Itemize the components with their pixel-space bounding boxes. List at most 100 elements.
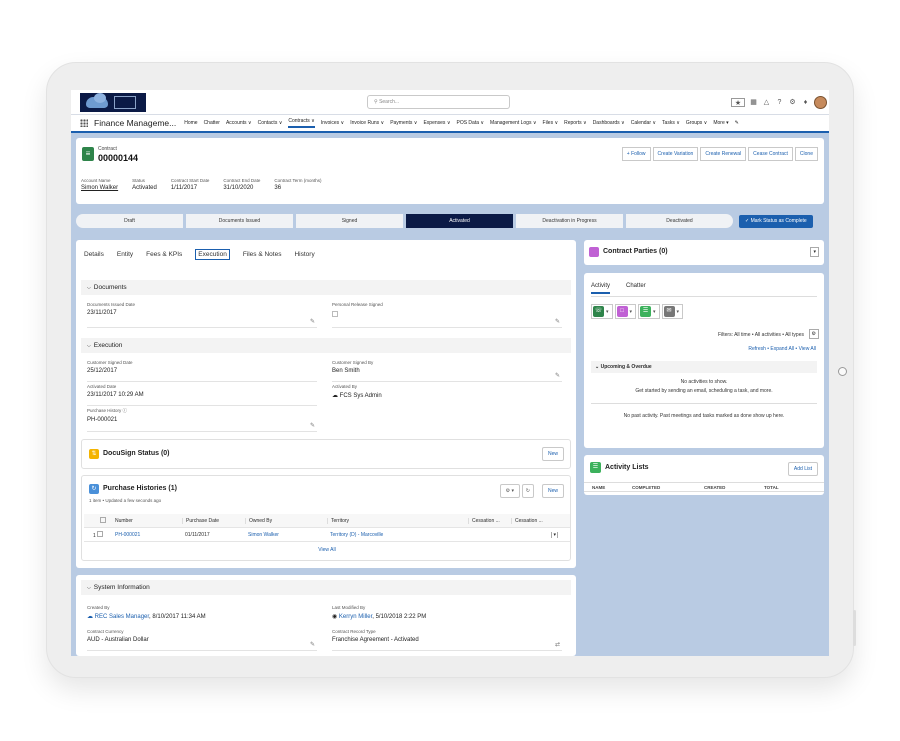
created-by-link[interactable]: REC Sales Manager: [95, 614, 149, 620]
nav-item-accounts[interactable]: Accounts ∨: [226, 120, 252, 126]
info-icon[interactable]: ⓘ: [123, 408, 128, 413]
tab-execution[interactable]: Execution: [195, 249, 230, 260]
global-actions: ★ ▦ △ ? ⚙ ♦: [731, 96, 827, 109]
tab-files-notes[interactable]: Files & Notes: [243, 251, 282, 260]
trailhead-icon[interactable]: △: [762, 98, 771, 107]
nav-item-files[interactable]: Files ∨: [543, 120, 559, 126]
column-header-territory[interactable]: Territory: [327, 517, 468, 524]
nav-item-more[interactable]: More ▾: [713, 120, 728, 126]
path-step-deactivation-in-progress[interactable]: Deactivation in Progress: [516, 214, 623, 228]
nav-item-contacts[interactable]: Contacts ∨: [258, 120, 283, 126]
edit-pencil-icon[interactable]: ✎: [310, 422, 315, 429]
docusign-new-button[interactable]: New: [541, 447, 564, 461]
row-owner-link[interactable]: Simon Walker: [245, 532, 327, 538]
upcoming-overdue-header[interactable]: ⌄ Upcoming & Overdue: [591, 361, 817, 373]
nav-item-invoice-runs[interactable]: Invoice Runs ∨: [350, 120, 384, 126]
create-renewal-button[interactable]: Create Renewal: [700, 147, 747, 161]
column-header-cessation-1[interactable]: Cessation ...: [468, 517, 511, 524]
mark-status-complete-button[interactable]: ✓ Mark Status as Complete: [739, 214, 813, 228]
edit-pencil-icon[interactable]: ✎: [310, 318, 315, 325]
column-header-number[interactable]: Number: [112, 518, 182, 524]
execution-section-header[interactable]: Execution: [81, 338, 571, 353]
new-task-action[interactable]: ☰ ▾: [638, 304, 660, 319]
release-checkbox[interactable]: [332, 311, 338, 317]
new-event-action[interactable]: □ ▾: [614, 304, 637, 319]
setup-gear-icon[interactable]: ⚙: [788, 98, 797, 107]
nav-item-reports[interactable]: Reports ∨: [564, 120, 587, 126]
contract-currency-field: Contract Currency AUD - Australian Dolla…: [87, 629, 317, 651]
nav-item-tasks[interactable]: Tasks ∨: [662, 120, 680, 126]
path-step-deactivated[interactable]: Deactivated: [626, 214, 733, 228]
clone-button[interactable]: Clone: [794, 147, 818, 161]
account-name-link[interactable]: Simon Walker: [81, 185, 118, 191]
documents-section-header[interactable]: Documents: [81, 280, 571, 295]
list-settings-gear-icon[interactable]: ⚙ ▾: [499, 484, 520, 498]
modified-by-link[interactable]: Kerryn Miller: [339, 614, 372, 620]
customer-signed-by-link[interactable]: Ben Smith: [332, 368, 562, 374]
user-avatar[interactable]: [814, 96, 827, 109]
system-information-header[interactable]: System Information: [81, 580, 571, 595]
docusign-status-card: ⇅ DocuSign Status (0) New: [81, 439, 571, 469]
edit-nav-pencil-icon[interactable]: ✎: [735, 120, 739, 126]
customer-signed-by-field: Customer Signed By Ben Smith ✎: [332, 360, 562, 382]
row-number-link[interactable]: PH-000021: [112, 532, 182, 538]
filter-settings-gear-icon[interactable]: ⚙: [808, 329, 819, 339]
activity-links[interactable]: Refresh • Expand All • View All: [748, 346, 816, 352]
row-actions-dropdown[interactable]: ▾: [511, 531, 558, 538]
edit-pencil-icon[interactable]: ✎: [310, 641, 315, 648]
edit-pencil-icon[interactable]: ✎: [555, 372, 560, 379]
tab-entity[interactable]: Entity: [117, 251, 133, 260]
change-record-type-icon[interactable]: ⇄: [555, 641, 560, 648]
select-all-checkbox[interactable]: [84, 516, 112, 525]
tab-activity[interactable]: Activity: [591, 283, 611, 294]
help-icon[interactable]: ?: [775, 98, 784, 107]
email-action[interactable]: ✉ ▾: [661, 304, 684, 319]
activated-by-name[interactable]: FCS Sys Admin: [340, 393, 382, 399]
nav-item-groups[interactable]: Groups ∨: [686, 120, 707, 126]
path-step-draft[interactable]: Draft: [76, 214, 183, 228]
add-list-button[interactable]: Add List: [787, 462, 818, 476]
column-header-completed: COMPLETED: [632, 484, 661, 490]
global-search-input[interactable]: ⚲ Search...: [367, 95, 510, 109]
contract-parties-dropdown[interactable]: ▾: [810, 247, 819, 257]
edit-pencil-icon[interactable]: ✎: [555, 318, 560, 325]
company-logo[interactable]: [80, 93, 146, 112]
column-header-purchase-date[interactable]: Purchase Date: [182, 517, 245, 524]
table-row: 1 PH-000021 01/11/2017 Simon Walker Terr…: [84, 528, 570, 542]
favorites-icon[interactable]: ★: [731, 98, 745, 107]
tab-details[interactable]: Details: [84, 251, 104, 260]
tablet-side-button: [853, 610, 856, 646]
tab-chatter[interactable]: Chatter: [626, 283, 646, 294]
notifications-bell-icon[interactable]: ♦: [801, 98, 810, 107]
cease-contract-button[interactable]: Cease Contract: [748, 147, 793, 161]
log-call-action[interactable]: ☏ ▾: [591, 304, 613, 319]
column-header-owned-by[interactable]: Owned By: [245, 517, 327, 524]
purchase-new-button[interactable]: New: [541, 484, 564, 498]
nav-item-management-logs[interactable]: Management Logs ∨: [490, 120, 536, 126]
tab-history[interactable]: History: [294, 251, 314, 260]
refresh-icon[interactable]: ↻: [521, 484, 534, 498]
nav-item-dashboards[interactable]: Dashboards ∨: [593, 120, 625, 126]
nav-item-chatter[interactable]: Chatter: [204, 120, 220, 126]
view-all-link[interactable]: View All: [84, 542, 570, 553]
path-step-documents-issued[interactable]: Documents Issued: [186, 214, 293, 228]
nav-item-home[interactable]: Home: [184, 120, 197, 126]
path-step-signed[interactable]: Signed: [296, 214, 403, 228]
follow-button[interactable]: + Follow: [621, 147, 651, 161]
nav-item-payments[interactable]: Payments ∨: [390, 120, 417, 126]
activated-by-link[interactable]: ☁ FCS Sys Admin: [332, 392, 562, 399]
tab-fees-kpis[interactable]: Fees & KPIs: [146, 251, 182, 260]
row-checkbox[interactable]: [97, 530, 104, 537]
nav-item-pos-data[interactable]: POS Data ∨: [456, 120, 484, 126]
nav-item-invoices[interactable]: Invoices ∨: [321, 120, 344, 126]
app-launcher-icon[interactable]: [80, 119, 88, 127]
nav-item-calendar[interactable]: Calendar ∨: [631, 120, 656, 126]
purchase-history-link[interactable]: PH-000021: [87, 417, 317, 423]
nav-item-expenses[interactable]: Expenses ∨: [423, 120, 450, 126]
nav-item-contracts[interactable]: Contracts ∨: [288, 118, 315, 128]
column-header-cessation-2[interactable]: Cessation ...: [511, 517, 558, 524]
create-variation-button[interactable]: Create Variation: [652, 147, 699, 161]
global-add-icon[interactable]: ▦: [749, 98, 758, 107]
path-step-activated[interactable]: Activated: [406, 214, 513, 228]
row-territory-link[interactable]: Territory (D) - Marcoville: [327, 532, 468, 538]
